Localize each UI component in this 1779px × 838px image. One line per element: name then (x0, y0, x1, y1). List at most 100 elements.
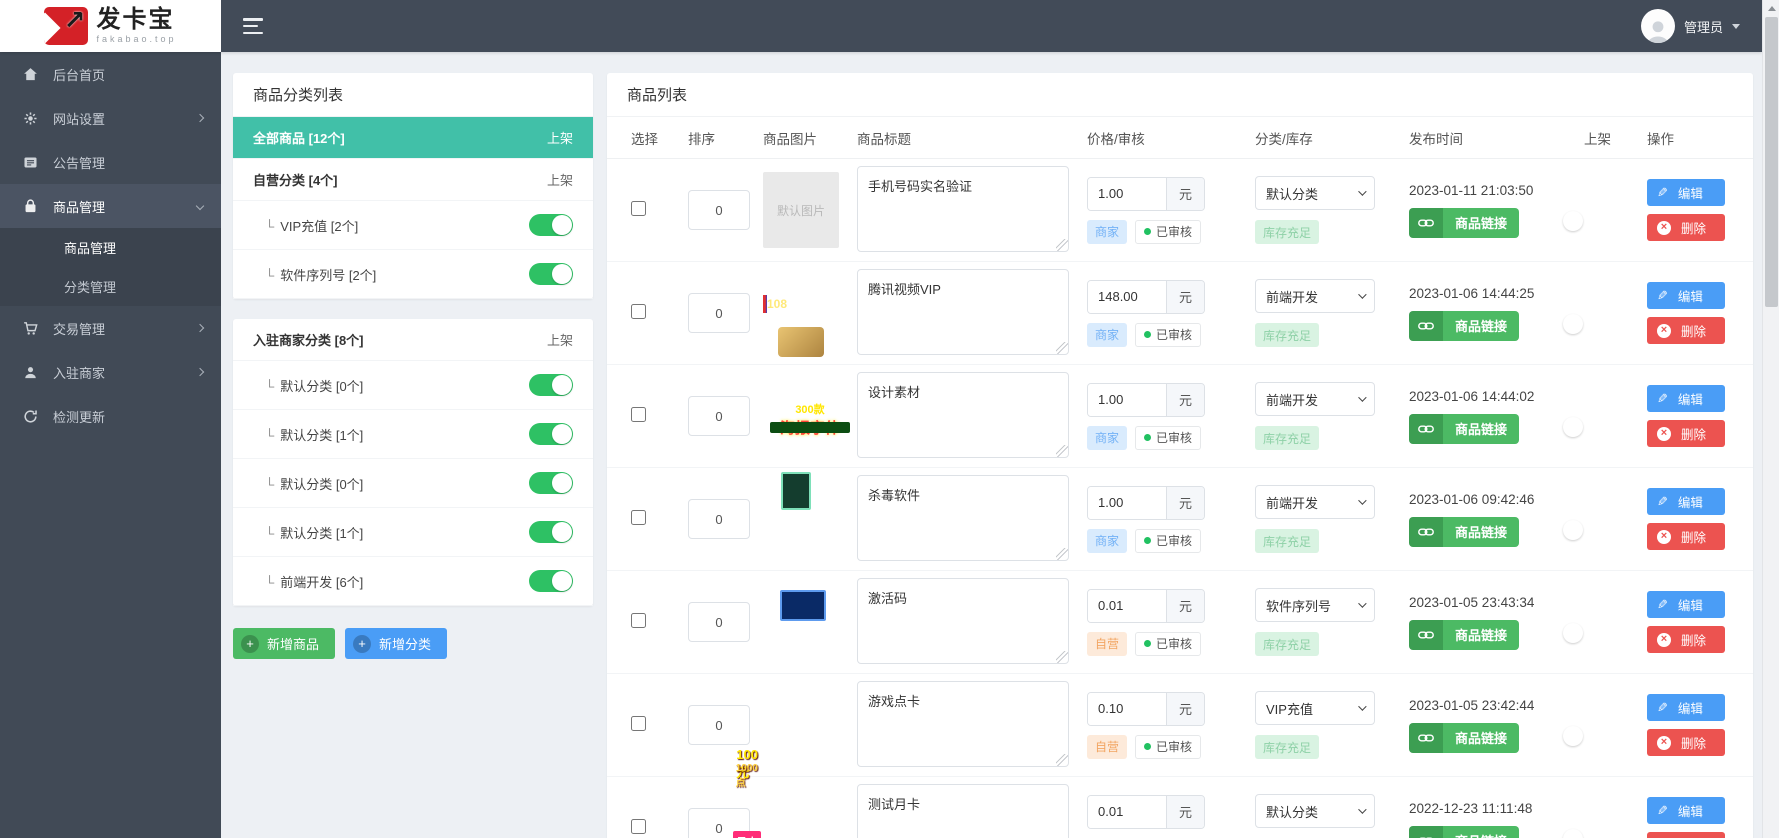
row-checkbox[interactable] (631, 613, 646, 628)
category-select[interactable]: 前端开发 (1255, 382, 1375, 416)
sidebar: 后台首页 网站设置 公告管理 商品管理 商品管理 分类管理 交易管理 入驻商家 (0, 52, 221, 838)
category-enabled-toggle[interactable] (529, 214, 573, 236)
sidebar-subitem-category-manage[interactable]: 分类管理 (0, 267, 221, 306)
category-select[interactable]: 默认分类 (1255, 176, 1375, 210)
category-select[interactable]: 前端开发 (1255, 279, 1375, 313)
category-row-child[interactable]: └ 默认分类 [0个] (233, 459, 593, 508)
sort-input[interactable] (688, 396, 750, 436)
table-row: 300款 海报字体 设计素材 元 商家 已审核 (607, 365, 1753, 468)
category-enabled-toggle[interactable] (529, 472, 573, 494)
price-input[interactable] (1088, 177, 1166, 210)
category-enabled-toggle[interactable] (529, 263, 573, 285)
price-input[interactable] (1088, 280, 1166, 313)
seller-type-badge: 商家 (1087, 425, 1128, 450)
category-row-child[interactable]: └ 默认分类 [1个] (233, 410, 593, 459)
sort-input[interactable] (688, 190, 750, 230)
delete-button[interactable]: 删除 (1647, 832, 1725, 838)
category-row-child[interactable]: └ 软件序列号 [2个] (233, 250, 593, 299)
row-checkbox[interactable] (631, 201, 646, 216)
row-checkbox[interactable] (631, 716, 646, 731)
product-link-button[interactable]: 商品链接 (1409, 825, 1520, 838)
category-row-child[interactable]: └ 默认分类 [0个] (233, 361, 593, 410)
price-input[interactable] (1088, 795, 1166, 828)
product-title-textarea[interactable]: 腾讯视频VIP (857, 268, 1069, 355)
brand-logo[interactable]: 发卡宝 fakabao.top (0, 0, 221, 52)
review-status-badge: 已审核 (1135, 219, 1202, 244)
product-title-textarea[interactable]: 游戏点卡 (857, 680, 1069, 767)
sidebar-item-merchants[interactable]: 入驻商家 (0, 350, 221, 394)
delete-button[interactable]: 删除 (1647, 729, 1725, 756)
edit-button[interactable]: 编辑 (1647, 797, 1725, 824)
pencil-icon (1657, 288, 1668, 304)
pencil-icon (1657, 803, 1668, 819)
product-link-button[interactable]: 商品链接 (1409, 207, 1520, 238)
scrollbar-thumb[interactable] (1765, 17, 1778, 307)
user-menu[interactable]: 管理员 (1640, 9, 1740, 43)
product-link-button[interactable]: 商品链接 (1409, 516, 1520, 547)
scrollbar-up-arrow[interactable] (1763, 0, 1779, 17)
row-checkbox[interactable] (631, 510, 646, 525)
board-icon (24, 157, 37, 167)
sort-input[interactable] (688, 499, 750, 539)
edit-button[interactable]: 编辑 (1647, 488, 1725, 515)
col-select: 选择 (631, 131, 658, 147)
category-select[interactable]: 前端开发 (1255, 485, 1375, 519)
product-title-textarea[interactable]: 激活码 (857, 577, 1069, 664)
price-input[interactable] (1088, 383, 1166, 416)
row-checkbox[interactable] (631, 819, 646, 834)
category-row-child[interactable]: └ 默认分类 [1个] (233, 508, 593, 557)
price-input[interactable] (1088, 589, 1166, 622)
category-row-child[interactable]: └ VIP充值 [2个] (233, 201, 593, 250)
product-title-textarea[interactable]: 测试月卡 (857, 783, 1069, 838)
sidebar-item-trades[interactable]: 交易管理 (0, 306, 221, 350)
delete-button[interactable]: 删除 (1647, 626, 1725, 653)
category-enabled-toggle[interactable] (529, 423, 573, 445)
add-product-button[interactable]: 新增商品 (233, 628, 336, 659)
sidebar-item-check-update[interactable]: 检测更新 (0, 394, 221, 438)
delete-button[interactable]: 删除 (1647, 420, 1725, 447)
hamburger-icon[interactable] (243, 16, 269, 36)
sort-input[interactable] (688, 705, 750, 745)
sidebar-item-announcements[interactable]: 公告管理 (0, 140, 221, 184)
delete-button[interactable]: 删除 (1647, 523, 1725, 550)
delete-button[interactable]: 删除 (1647, 214, 1725, 241)
product-title-textarea[interactable]: 设计素材 (857, 371, 1069, 458)
sidebar-item-dashboard[interactable]: 后台首页 (0, 52, 221, 96)
row-checkbox[interactable] (631, 304, 646, 319)
edit-button[interactable]: 编辑 (1647, 282, 1725, 309)
sidebar-item-site-settings[interactable]: 网站设置 (0, 96, 221, 140)
product-title-textarea[interactable]: 杀毒软件 (857, 474, 1069, 561)
category-row-child[interactable]: └ 前端开发 [6个] (233, 557, 593, 606)
edit-button[interactable]: 编辑 (1647, 591, 1725, 618)
product-link-button[interactable]: 商品链接 (1409, 413, 1520, 444)
sidebar-subitem-product-manage[interactable]: 商品管理 (0, 228, 221, 267)
chevron-down-icon (195, 201, 205, 211)
category-select[interactable]: VIP充值 (1255, 691, 1375, 725)
product-link-button[interactable]: 商品链接 (1409, 722, 1520, 753)
category-row-all-products[interactable]: 全部商品 [12个] 上架 (233, 117, 593, 159)
category-enabled-toggle[interactable] (529, 374, 573, 396)
product-link-button[interactable]: 商品链接 (1409, 310, 1520, 341)
category-row-self-group[interactable]: 自营分类 [4个] 上架 (233, 159, 593, 201)
price-input[interactable] (1088, 486, 1166, 519)
sort-input[interactable] (688, 293, 750, 333)
price-input[interactable] (1088, 692, 1166, 725)
price-unit-label: 元 (1166, 589, 1204, 622)
row-checkbox[interactable] (631, 407, 646, 422)
category-enabled-toggle[interactable] (529, 570, 573, 592)
product-title-textarea[interactable]: 手机号码实名验证 (857, 165, 1069, 252)
edit-button[interactable]: 编辑 (1647, 694, 1725, 721)
add-category-button[interactable]: 新增分类 (345, 628, 448, 659)
product-link-button[interactable]: 商品链接 (1409, 619, 1520, 650)
category-select[interactable]: 默认分类 (1255, 794, 1375, 828)
edit-button[interactable]: 编辑 (1647, 179, 1725, 206)
delete-button[interactable]: 删除 (1647, 317, 1725, 344)
category-enabled-toggle[interactable] (529, 521, 573, 543)
category-select[interactable]: 软件序列号 (1255, 588, 1375, 622)
edit-button[interactable]: 编辑 (1647, 385, 1725, 412)
sidebar-item-products[interactable]: 商品管理 (0, 184, 221, 228)
chevron-down-icon (1358, 805, 1367, 814)
category-row-merchant-group[interactable]: 入驻商家分类 [8个] 上架 (233, 319, 593, 361)
sort-input[interactable] (688, 602, 750, 642)
tree-branch-glyph: └ (265, 218, 275, 234)
